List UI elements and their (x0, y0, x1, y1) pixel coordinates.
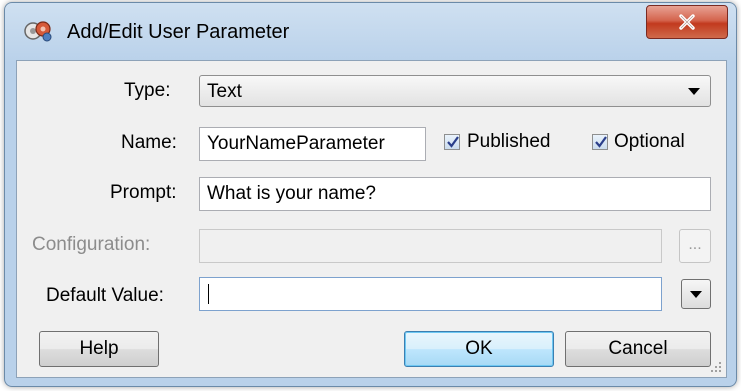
resize-grip-icon[interactable] (710, 361, 722, 373)
checkmark-icon (447, 136, 459, 148)
configuration-browse-button: ... (679, 229, 711, 263)
cancel-button[interactable]: Cancel (565, 331, 711, 367)
configuration-label: Configuration: (32, 234, 151, 255)
close-button[interactable] (646, 5, 728, 39)
type-label: Type: (124, 80, 171, 101)
default-value-dropdown-button[interactable] (681, 279, 711, 309)
type-select[interactable]: Text (199, 75, 711, 107)
default-value-field[interactable] (199, 277, 662, 311)
dialog-body: Type: Text Name: YourNameParameter Publi… (16, 60, 727, 378)
chevron-down-icon (690, 291, 702, 298)
window-title: Add/Edit User Parameter (67, 21, 290, 43)
name-field[interactable]: YourNameParameter (199, 127, 426, 161)
title-bar[interactable]: Add/Edit User Parameter (5, 3, 736, 61)
help-button[interactable]: Help (39, 331, 159, 367)
prompt-label: Prompt: (110, 182, 177, 203)
ok-button[interactable]: OK (404, 331, 554, 367)
app-icon (24, 21, 52, 42)
text-caret (208, 283, 209, 304)
optional-label: Optional (614, 131, 685, 152)
published-checkbox[interactable] (444, 134, 460, 150)
name-label: Name: (121, 132, 177, 153)
chevron-down-icon (688, 88, 700, 95)
prompt-field[interactable]: What is your name? (199, 177, 711, 211)
optional-checkbox[interactable] (592, 134, 608, 150)
configuration-field (199, 229, 662, 263)
dialog-window: Add/Edit User Parameter Type: Text Name:… (4, 2, 737, 387)
close-icon (679, 14, 695, 30)
published-label: Published (467, 131, 551, 152)
type-select-value: Text (207, 81, 242, 102)
checkmark-icon (595, 136, 607, 148)
default-value-label: Default Value: (46, 285, 164, 306)
